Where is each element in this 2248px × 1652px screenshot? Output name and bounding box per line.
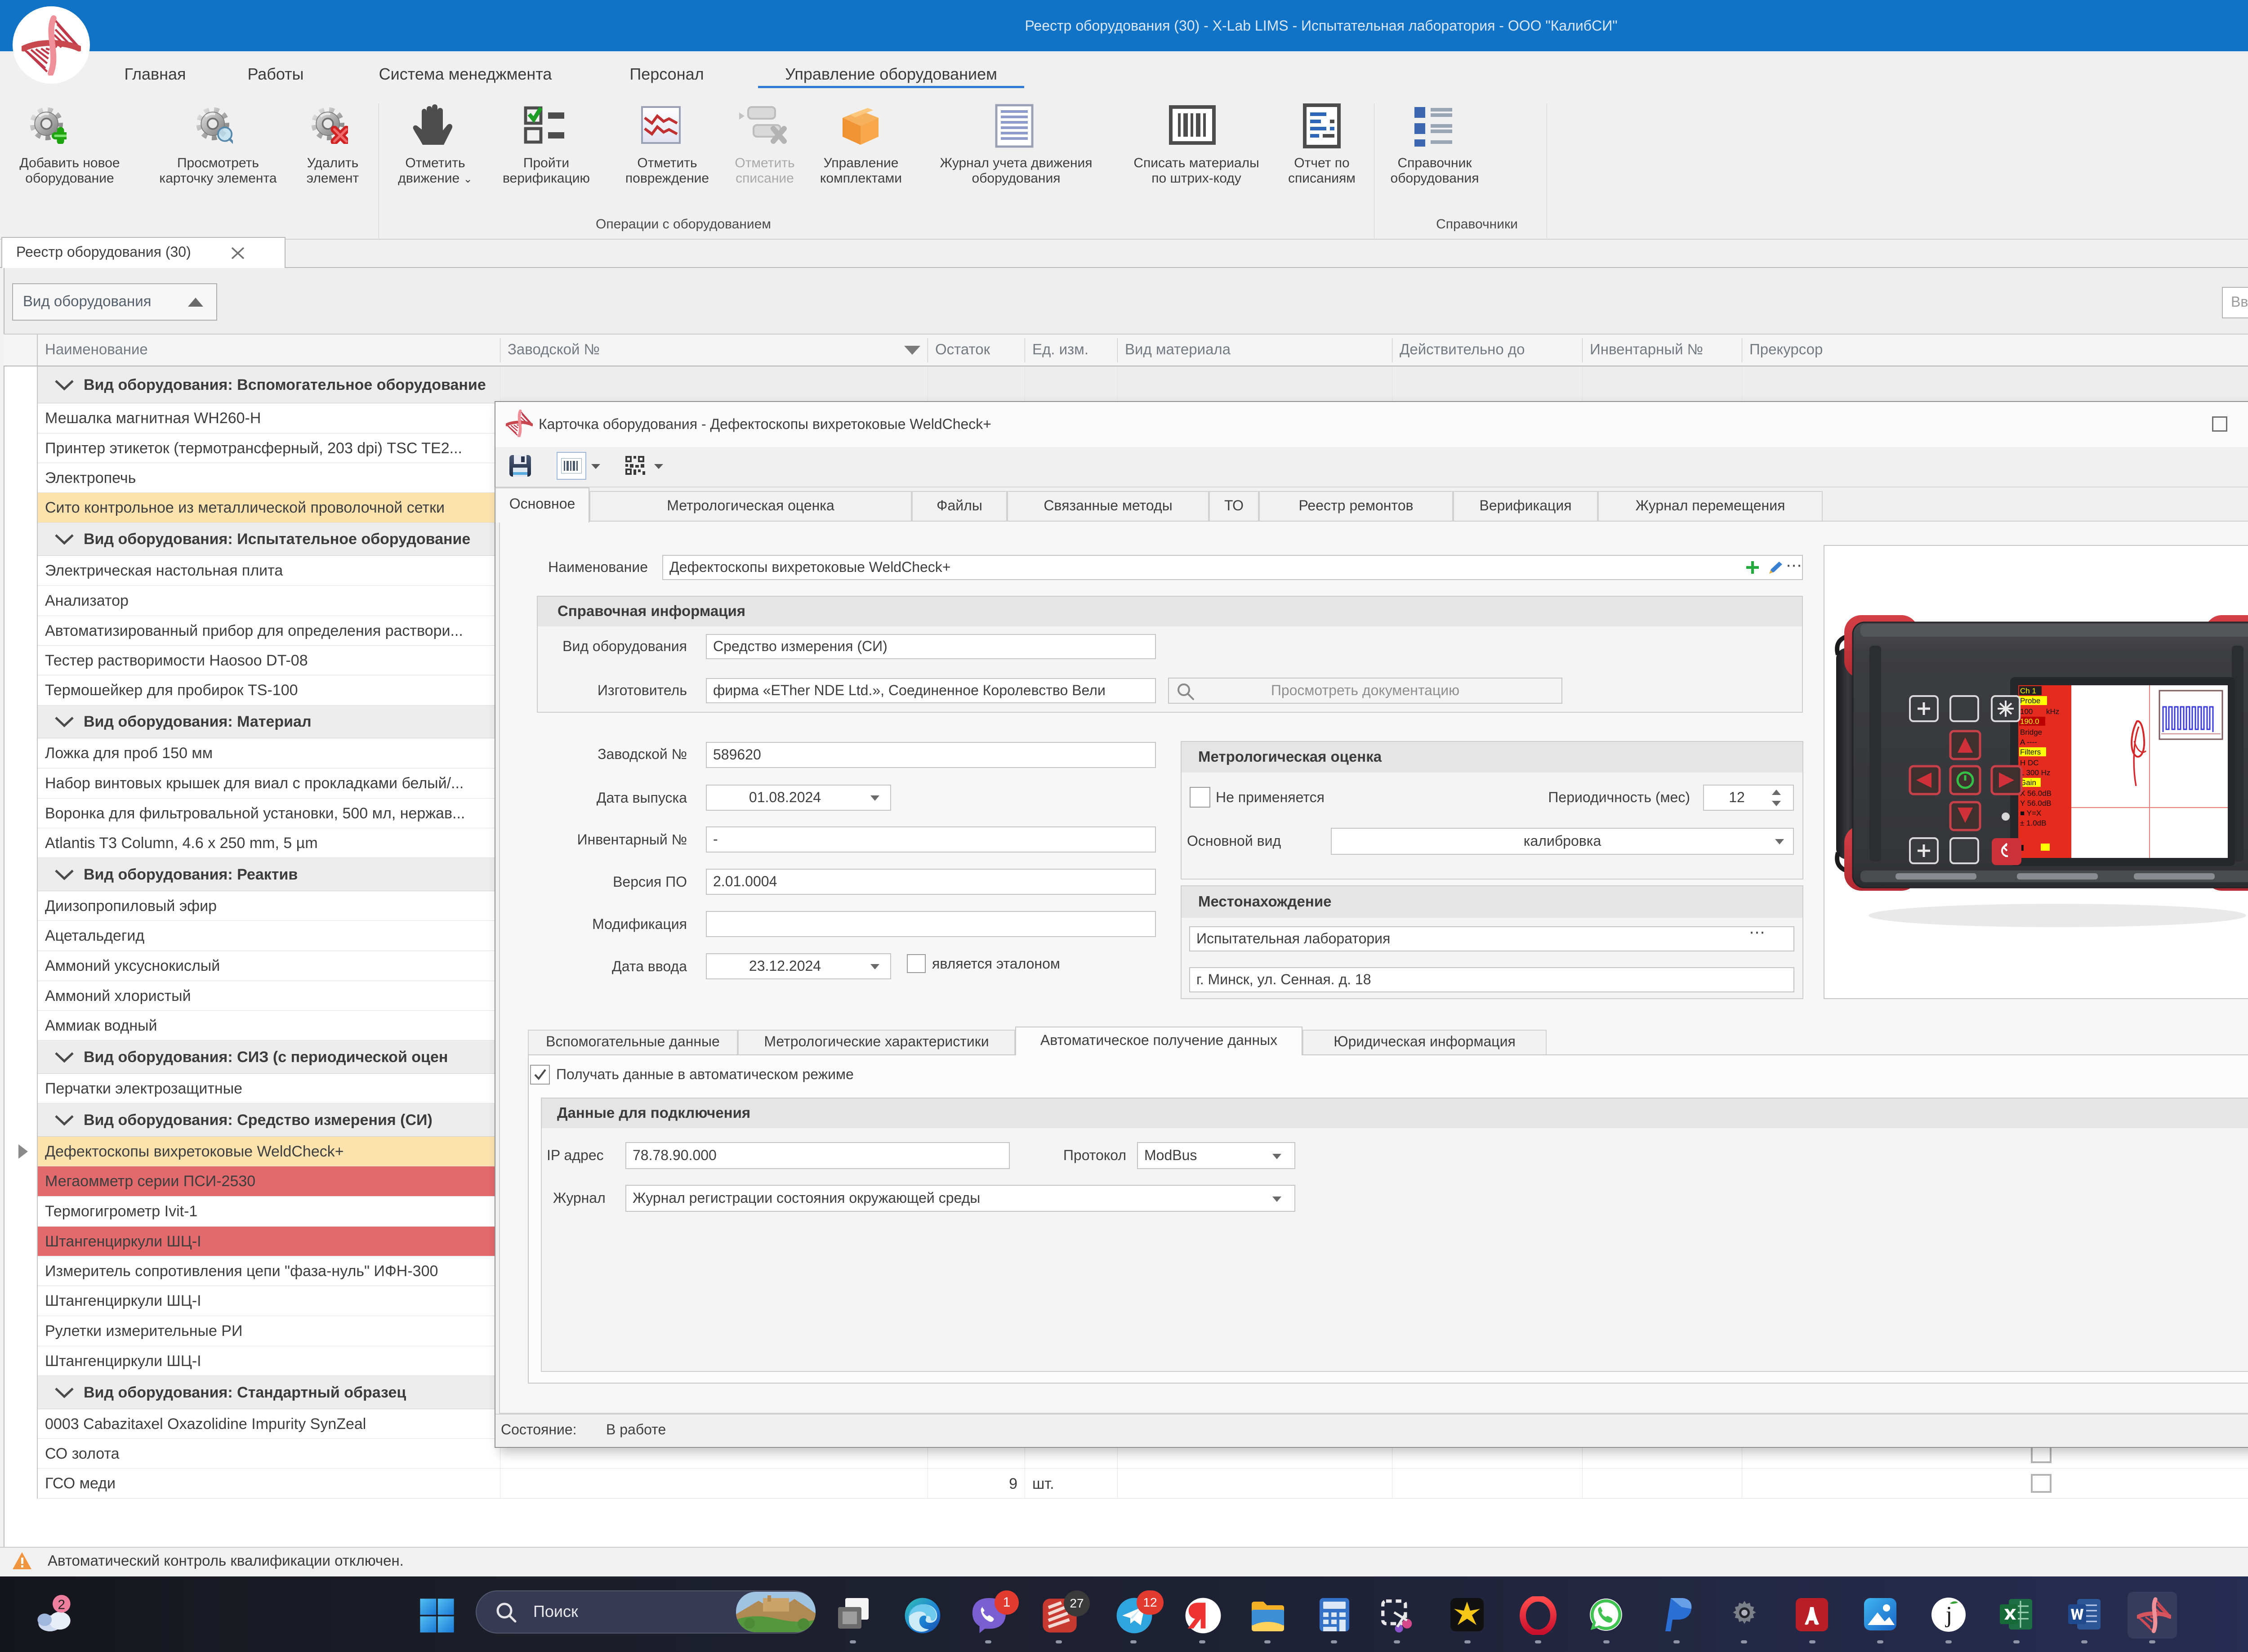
svg-text:A ----: A ---- <box>2020 738 2037 746</box>
svg-text:Probe: Probe <box>2020 697 2040 705</box>
svg-text:Bridge: Bridge <box>2020 728 2042 737</box>
svg-text:2: 2 <box>58 1598 66 1612</box>
svg-text:kHz: kHz <box>2046 707 2059 716</box>
svg-text:L 300 Hz: L 300 Hz <box>2020 768 2050 777</box>
svg-text:Ch 1: Ch 1 <box>2020 687 2036 695</box>
svg-text:Filters: Filters <box>2020 748 2041 756</box>
svg-text:Y 56.0dB: Y 56.0dB <box>2020 799 2052 808</box>
svg-text:X 56.0dB: X 56.0dB <box>2020 789 2052 798</box>
svg-text:H DC: H DC <box>2020 759 2039 767</box>
svg-text:100: 100 <box>2020 707 2033 716</box>
svg-text:190.0: 190.0 <box>2020 717 2039 726</box>
svg-text:■ Y=X: ■ Y=X <box>2020 809 2041 817</box>
svg-text:± 1.0dB: ± 1.0dB <box>2020 819 2046 827</box>
svg-text:j: j <box>1945 1602 1952 1628</box>
